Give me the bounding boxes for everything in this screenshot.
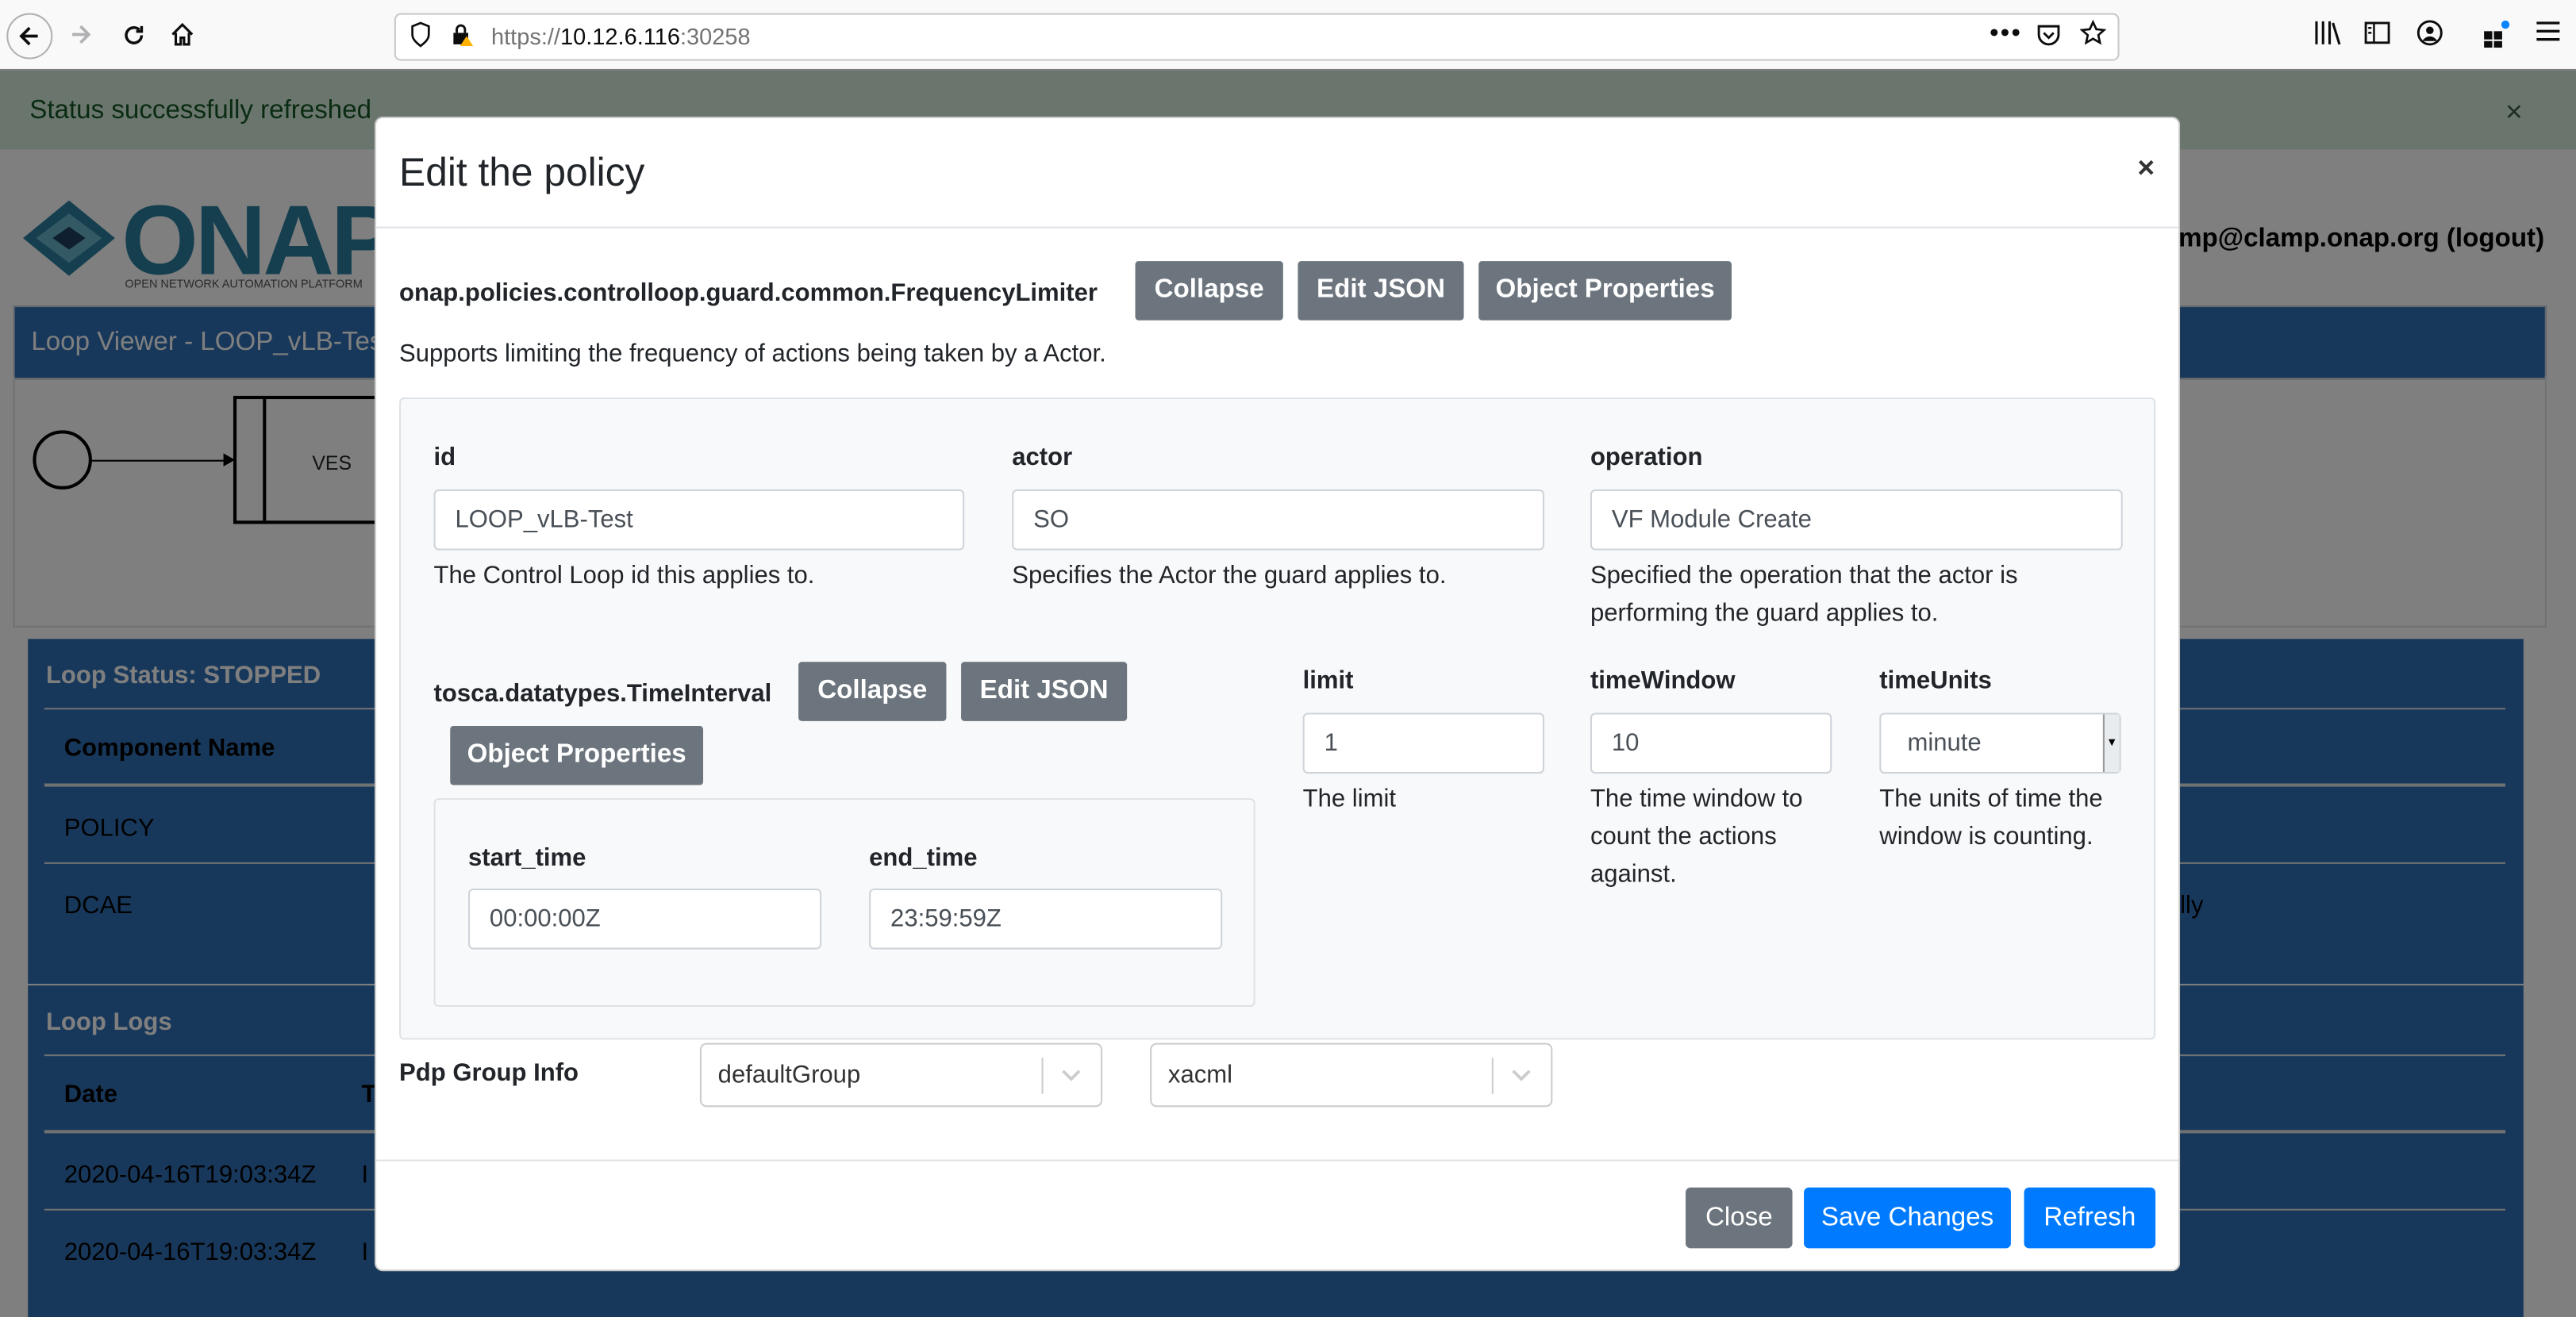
library-icon[interactable]	[2313, 20, 2343, 52]
operation-input[interactable]: VF Module Create	[1590, 489, 2123, 551]
time-window-help: against.	[1590, 860, 1677, 889]
start-time-label: start_time	[468, 844, 586, 873]
time-units-help: The units of time the	[1879, 785, 2103, 813]
forward-icon[interactable]	[60, 13, 102, 56]
bookmark-star-icon[interactable]	[2079, 19, 2107, 54]
edit-json-button[interactable]: Edit JSON	[961, 662, 1128, 721]
limit-label: limit	[1302, 666, 1354, 695]
edit-json-button[interactable]: Edit JSON	[1298, 261, 1464, 321]
actor-help: Specifies the Actor the guard applies to…	[1012, 562, 1447, 590]
time-units-label: timeUnits	[1879, 666, 1992, 695]
url-host: 10.12.6.116	[560, 22, 680, 50]
shield-icon[interactable]	[409, 21, 432, 56]
actor-input[interactable]: SO	[1012, 489, 1544, 551]
start-time-input[interactable]: 00:00:00Z	[468, 888, 822, 950]
collapse-button[interactable]: Collapse	[798, 662, 947, 721]
more-icon[interactable]: •••	[1990, 20, 2022, 49]
operation-label: operation	[1590, 443, 1703, 472]
chevron-down-icon	[1059, 1064, 1082, 1093]
time-units-help: window is counting.	[1879, 823, 2093, 851]
id-label: id	[433, 443, 456, 472]
time-window-help: The time window to	[1590, 785, 1803, 813]
pdp-group-label: Pdp Group Info	[399, 1059, 579, 1088]
time-interval-title: tosca.datatypes.TimeInterval	[433, 680, 772, 708]
refresh-button[interactable]: Refresh	[2024, 1187, 2156, 1249]
account-icon[interactable]	[2416, 20, 2443, 52]
operation-help: Specified the operation that the actor i…	[1590, 562, 2018, 590]
id-help: The Control Loop id this applies to.	[433, 562, 815, 590]
chevron-down-icon: ▼	[2102, 714, 2120, 772]
id-input[interactable]: LOOP_vLB-Test	[433, 489, 965, 551]
lock-warning-icon[interactable]	[448, 21, 475, 56]
close-button[interactable]: Close	[1686, 1187, 1793, 1249]
policy-type-title: onap.policies.controlloop.guard.common.F…	[399, 278, 1098, 308]
url-bar[interactable]: https://10.12.6.116:30258 •••	[394, 13, 2120, 61]
pocket-icon[interactable]	[2036, 21, 2062, 56]
footer-divider	[376, 1159, 2179, 1161]
header-divider	[376, 226, 2179, 228]
modal-close-icon[interactable]: ×	[2137, 151, 2155, 185]
save-changes-button[interactable]: Save Changes	[1804, 1187, 2011, 1249]
collapse-button[interactable]: Collapse	[1135, 261, 1283, 321]
time-units-select[interactable]: minute ▼	[1879, 712, 2121, 774]
url-port: :30258	[679, 22, 751, 50]
reload-icon[interactable]	[112, 13, 155, 56]
time-window-label: timeWindow	[1590, 666, 1736, 695]
select-separator	[1491, 1058, 1494, 1094]
modal-title: Edit the policy	[399, 151, 645, 196]
object-properties-button[interactable]: Object Properties	[1478, 261, 1732, 321]
end-time-input[interactable]: 23:59:59Z	[869, 888, 1223, 950]
operation-help: performing the guard applies to.	[1590, 599, 1939, 628]
time-window-input[interactable]: 10	[1590, 712, 1832, 774]
object-properties-button[interactable]: Object Properties	[450, 726, 704, 785]
end-time-label: end_time	[869, 844, 978, 873]
home-icon[interactable]	[161, 13, 204, 56]
limit-help: The limit	[1302, 785, 1397, 813]
url-text[interactable]: https://10.12.6.116:30258	[491, 23, 751, 49]
browser-toolbar: https://10.12.6.116:30258 •••	[0, 0, 2576, 71]
pdp-subgroup-value: xacml	[1167, 1061, 1233, 1089]
limit-input[interactable]: 1	[1302, 712, 1544, 774]
chevron-down-icon	[1510, 1064, 1533, 1093]
back-icon[interactable]	[6, 13, 53, 60]
time-window-help: count the actions	[1590, 823, 1777, 851]
select-separator	[1041, 1058, 1044, 1094]
edit-policy-modal: Edit the policy × onap.policies.controll…	[375, 116, 2181, 1272]
actor-label: actor	[1012, 443, 1073, 472]
menu-icon[interactable]	[2535, 20, 2561, 49]
time-interval-card: start_time 00:00:00Z end_time 23:59:59Z	[433, 798, 1255, 1008]
pdp-group-value: defaultGroup	[717, 1061, 861, 1089]
time-units-value: minute	[1907, 729, 1982, 758]
extensions-icon[interactable]	[2482, 20, 2512, 56]
policy-properties-card: id LOOP_vLB-Test The Control Loop id thi…	[399, 397, 2156, 1040]
pdp-subgroup-select[interactable]: xacml	[1150, 1042, 1553, 1108]
url-scheme: https://	[490, 22, 561, 50]
sidebar-icon[interactable]	[2364, 20, 2390, 52]
pdp-group-select[interactable]: defaultGroup	[699, 1042, 1103, 1108]
policy-description: Supports limiting the frequency of actio…	[399, 340, 1106, 368]
